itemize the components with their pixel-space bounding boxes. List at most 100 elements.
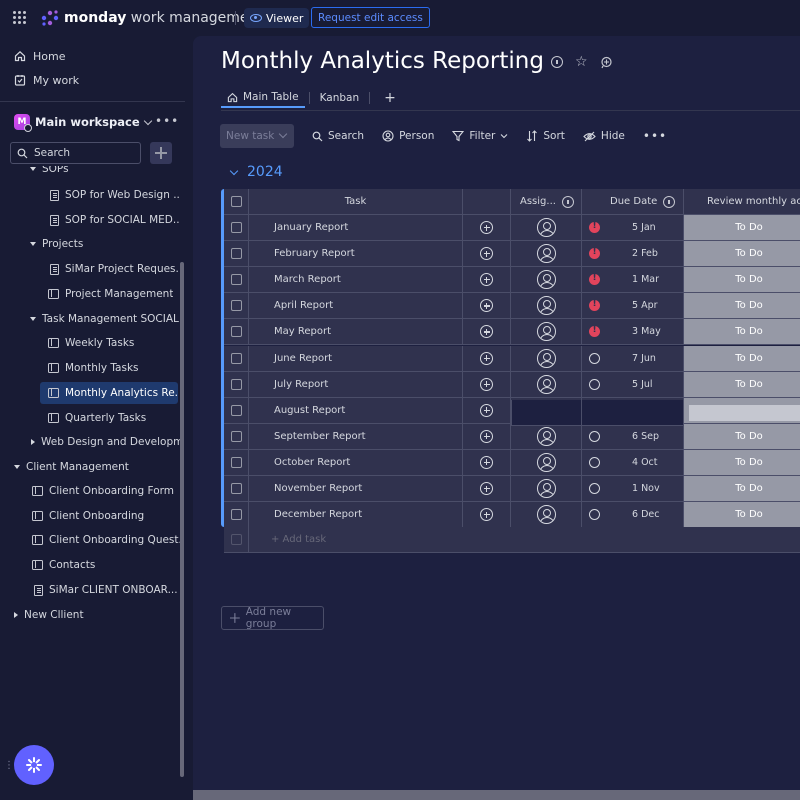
search-button[interactable]: Search: [312, 130, 364, 142]
row-checkbox-cell[interactable]: [224, 423, 249, 450]
status-cell[interactable]: To Do: [684, 476, 800, 502]
table-row[interactable]: July Report 5 Jul To Do: [224, 371, 800, 398]
person-avatar-icon[interactable]: [536, 322, 556, 342]
due-date-cell[interactable]: 7 Jun: [582, 345, 684, 372]
tree-item-web-design-development[interactable]: Web Design and Developm...: [31, 431, 180, 453]
assignee-cell[interactable]: [511, 476, 582, 502]
add-new-group-button[interactable]: Add new group: [221, 606, 324, 630]
row-checkbox-cell[interactable]: [224, 502, 249, 529]
updates-cell[interactable]: [463, 319, 511, 346]
assignee-cell[interactable]: [511, 215, 582, 241]
person-avatar-icon[interactable]: [536, 479, 556, 498]
due-date-cell[interactable]: 3 May: [582, 319, 684, 346]
table-row[interactable]: December Report 6 Dec To Do: [224, 502, 800, 529]
tree-item-sop-web-design[interactable]: SOP for Web Design ...: [50, 184, 180, 206]
tree-item-quarterly-tasks[interactable]: Quarterly Tasks: [48, 407, 146, 429]
checkbox[interactable]: [230, 430, 242, 442]
person-avatar-icon[interactable]: [536, 505, 556, 525]
tree-item-client-onboarding[interactable]: Client Onboarding: [32, 505, 144, 527]
table-row[interactable]: October Report 4 Oct To Do: [224, 449, 800, 476]
status-cell[interactable]: To Do: [684, 241, 800, 268]
row-checkbox-cell[interactable]: [224, 293, 249, 320]
tab-kanban[interactable]: Kanban: [314, 88, 366, 108]
updates-cell[interactable]: [463, 293, 511, 320]
table-row[interactable]: November Report 1 Nov To Do: [224, 476, 800, 502]
checkbox[interactable]: [230, 300, 242, 312]
status-cell[interactable]: To Do: [684, 319, 800, 346]
person-avatar-icon[interactable]: [536, 244, 556, 264]
due-date-cell[interactable]: 4 Oct: [582, 449, 684, 476]
assignee-cell[interactable]: [511, 345, 582, 372]
task-name-cell[interactable]: November Report: [249, 476, 463, 502]
assignee-cell[interactable]: [511, 293, 582, 320]
updates-cell[interactable]: [463, 215, 511, 241]
hide-button[interactable]: Hide: [583, 130, 625, 142]
person-avatar-icon[interactable]: [536, 348, 556, 368]
due-date-cell[interactable]: 2 Feb: [582, 241, 684, 268]
table-row[interactable]: September Report 6 Sep To Do: [224, 423, 800, 450]
new-task-button[interactable]: New task: [220, 124, 294, 148]
tree-item-projects[interactable]: Projects: [30, 233, 83, 255]
checkbox[interactable]: [230, 509, 242, 521]
task-name-cell[interactable]: March Report: [249, 267, 463, 294]
add-update-icon[interactable]: [480, 273, 493, 287]
status-cell[interactable]: To Do: [684, 293, 800, 320]
checkbox[interactable]: [230, 483, 242, 494]
request-edit-access-button[interactable]: Request edit access: [311, 7, 430, 28]
checkbox[interactable]: [230, 274, 242, 286]
status-cell[interactable]: To Do: [684, 371, 800, 398]
nav-home[interactable]: Home: [14, 47, 65, 65]
viewer-button[interactable]: Viewer: [244, 8, 310, 28]
workspace-more-icon[interactable]: •••: [155, 114, 179, 128]
horizontal-scrollbar[interactable]: [193, 790, 800, 800]
sort-button[interactable]: Sort: [526, 130, 565, 142]
info-icon[interactable]: [663, 195, 676, 208]
row-checkbox-cell[interactable]: [224, 345, 249, 372]
add-update-icon[interactable]: [480, 221, 493, 234]
task-name-cell[interactable]: December Report: [249, 502, 463, 529]
updates-cell[interactable]: [463, 423, 511, 450]
status-cell[interactable]: To Do: [684, 502, 800, 529]
person-avatar-icon[interactable]: [536, 270, 556, 290]
task-name-cell[interactable]: February Report: [249, 241, 463, 268]
assignee-cell[interactable]: [511, 502, 582, 529]
assignee-cell[interactable]: [511, 241, 582, 268]
person-avatar-icon[interactable]: [536, 296, 556, 316]
checkbox[interactable]: [230, 404, 242, 416]
tree-item-contacts[interactable]: Contacts: [32, 554, 95, 576]
tree-item-sop-social-media[interactable]: SOP for SOCIAL MED...: [50, 209, 180, 231]
updates-cell[interactable]: [463, 371, 511, 398]
checkbox[interactable]: [230, 378, 242, 390]
task-name-cell[interactable]: January Report: [249, 215, 463, 241]
column-header-status[interactable]: Review monthly activ: [684, 189, 800, 215]
due-date-cell[interactable]: 5 Apr: [582, 293, 684, 320]
tree-item-monthly-analytics-reporting[interactable]: Monthly Analytics Re...: [40, 382, 178, 404]
add-item-button[interactable]: [150, 142, 172, 164]
checkbox[interactable]: [230, 352, 242, 364]
help-button[interactable]: [14, 745, 54, 785]
checkbox[interactable]: [230, 326, 242, 338]
updates-cell[interactable]: [463, 476, 511, 502]
info-icon[interactable]: [561, 195, 574, 208]
tree-item-simar-client-onboarding[interactable]: SiMar CLIENT ONBOAR...: [34, 579, 178, 601]
add-update-icon[interactable]: [480, 325, 493, 339]
add-update-icon[interactable]: [480, 482, 493, 495]
row-checkbox-cell[interactable]: [224, 371, 249, 398]
status-cell[interactable]: To Do: [684, 449, 800, 476]
updates-cell[interactable]: [463, 397, 511, 424]
checkbox[interactable]: [230, 248, 242, 260]
updates-cell[interactable]: [463, 267, 511, 294]
status-cell[interactable]: To Do: [684, 423, 800, 450]
tree-item-client-onboarding-form[interactable]: Client Onboarding Form: [32, 480, 174, 502]
status-cell[interactable]: To Do: [684, 267, 800, 294]
row-checkbox-cell[interactable]: [224, 215, 249, 241]
updates-cell[interactable]: [463, 502, 511, 529]
assignee-cell[interactable]: [511, 371, 582, 398]
tab-main-table[interactable]: Main Table: [221, 88, 305, 108]
due-date-cell[interactable]: 5 Jan: [582, 215, 684, 241]
filter-button[interactable]: Filter: [452, 130, 508, 142]
sidebar-scrollbar[interactable]: [180, 262, 184, 777]
assignee-cell[interactable]: [511, 267, 582, 294]
tree-item-task-management-social[interactable]: Task Management SOCIAL...: [30, 308, 180, 330]
info-icon[interactable]: [551, 56, 563, 68]
